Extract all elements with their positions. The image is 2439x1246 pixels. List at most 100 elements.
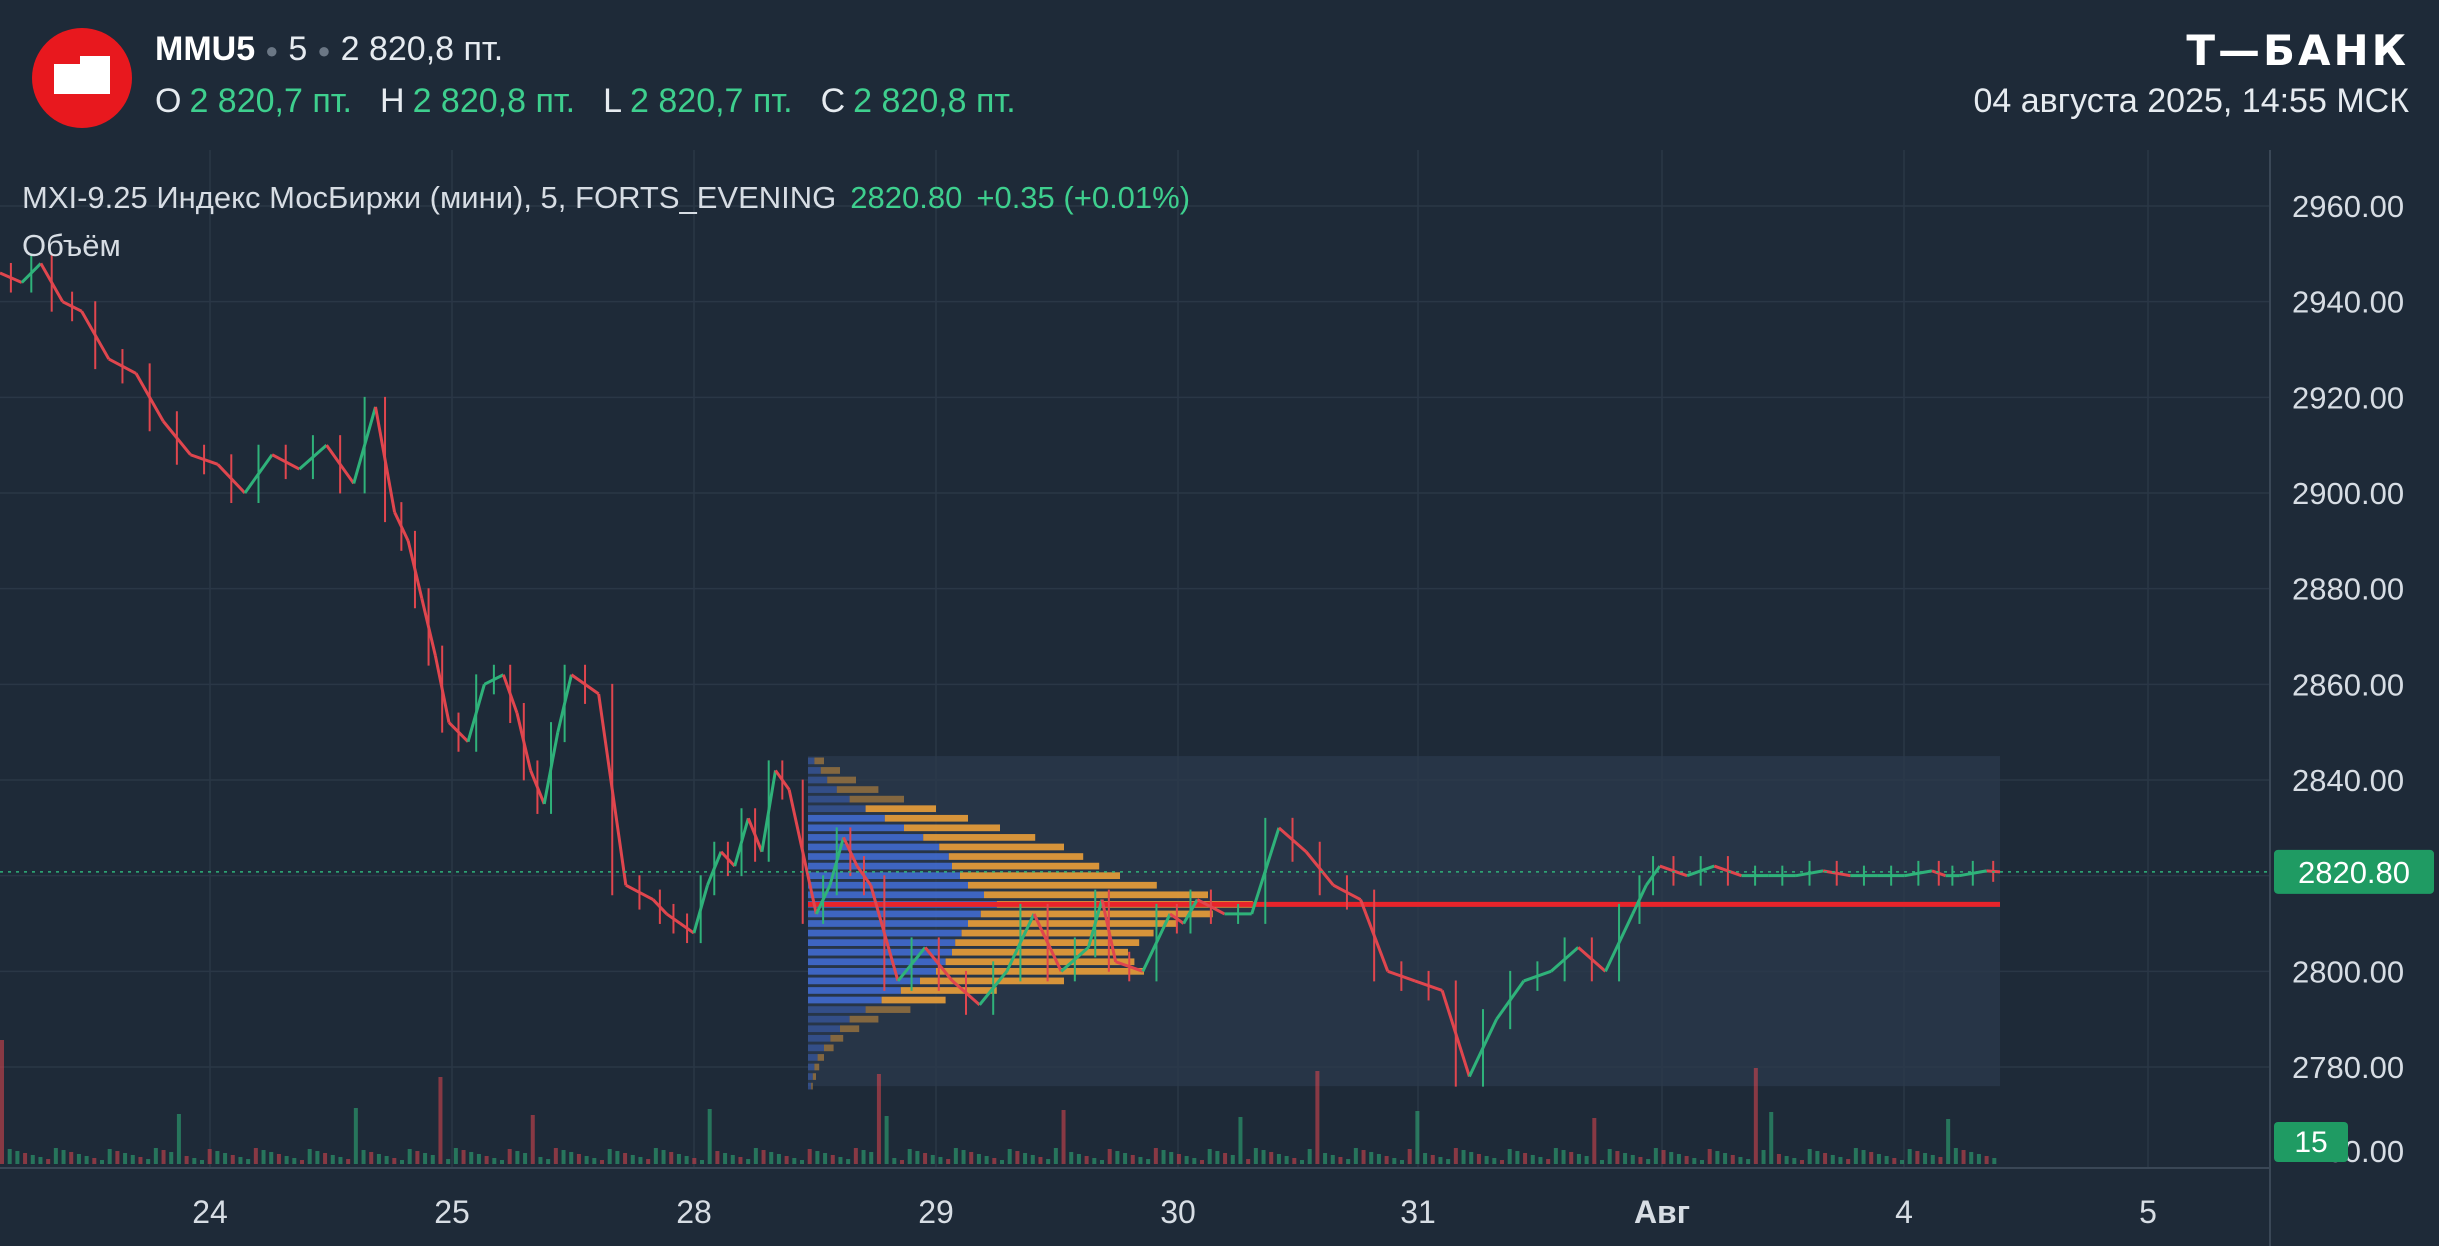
chart-svg[interactable]: 2960.00 2940.00 2920.00 2900.00 2880.00 2860.… <box>0 150 2439 1246</box>
current-price-label: 2820.80 <box>2298 855 2410 890</box>
volume-bar <box>284 1156 289 1164</box>
volume-bar <box>1346 1159 1351 1164</box>
volume-bar <box>1853 1148 1858 1164</box>
volume-bar <box>1815 1151 1820 1164</box>
symbol[interactable]: MMU5 <box>155 30 255 68</box>
chart[interactable]: 2960.00 2940.00 2920.00 2900.00 2880.00 2860.… <box>0 150 2439 1246</box>
low-key: L <box>603 82 623 120</box>
volume-bar <box>1046 1159 1051 1164</box>
volume-bar <box>1484 1156 1489 1164</box>
volume-bar <box>369 1152 374 1164</box>
volume-bar <box>1623 1153 1628 1164</box>
volume-bar <box>1615 1151 1620 1164</box>
volume-bar <box>1984 1156 1989 1164</box>
profile-bar-orange <box>827 776 856 784</box>
volume-bar <box>1515 1151 1520 1164</box>
volume-bar <box>1638 1157 1643 1164</box>
volume-bar <box>169 1152 174 1164</box>
volume-bar <box>569 1152 574 1164</box>
volume-bar <box>1246 1159 1251 1164</box>
ohlc-line: O2 820,7 пт. H 2 820,8 пт. L 2 820,7 пт. C 2 8… <box>155 82 1044 121</box>
volume-bar <box>1861 1150 1866 1164</box>
instrument-name[interactable]: MXI-9.25 Индекс МосБиржи (мини), 5, FORT… <box>22 180 836 215</box>
volume-bar <box>1523 1153 1528 1164</box>
volume-bar <box>1946 1119 1951 1164</box>
profile-bar-blue <box>808 920 968 927</box>
volume-bar <box>1607 1149 1612 1164</box>
profile-bar-orange <box>884 814 968 822</box>
volume-bar <box>1146 1159 1151 1164</box>
volume-bar <box>1023 1153 1028 1164</box>
volume-bar <box>1384 1156 1389 1164</box>
volume-bar <box>1507 1149 1512 1164</box>
volume-bar <box>1730 1155 1735 1164</box>
volume-bar <box>1661 1150 1666 1164</box>
profile-bar-blue <box>808 862 952 870</box>
volume-bar <box>1500 1160 1504 1164</box>
volume-bar <box>876 1074 881 1164</box>
volume-bar <box>46 1159 51 1164</box>
volume-bar <box>523 1153 528 1164</box>
volume-tag-label: 15 <box>2294 1126 2327 1159</box>
volume-bar <box>315 1151 320 1164</box>
volume-bar <box>1061 1110 1066 1164</box>
y-tick-label: 2880.00 <box>2292 572 2404 607</box>
volume-bar <box>1423 1153 1428 1164</box>
volume-bar <box>1407 1149 1412 1164</box>
volume-bar <box>761 1150 766 1164</box>
profile-bar-orange <box>817 1054 824 1061</box>
volume-bar <box>92 1158 97 1164</box>
ticker-line: MMU5 ● 5 ● 2 820,8 пт. <box>155 30 503 69</box>
volume-bar <box>1676 1154 1681 1164</box>
volume-bar <box>969 1152 974 1164</box>
volume-bar <box>1192 1158 1197 1164</box>
volume-bar <box>261 1150 266 1164</box>
profile-bar-orange <box>840 1025 860 1033</box>
high-value: 2 820,8 пт. <box>412 82 576 120</box>
volume-bar <box>23 1153 28 1164</box>
separator-dot: ● <box>265 38 279 64</box>
volume-bar <box>276 1154 281 1164</box>
volume-bar <box>1553 1148 1558 1164</box>
volume-bar <box>1530 1155 1535 1164</box>
volume-bar <box>1846 1159 1851 1164</box>
volume-bar <box>246 1159 251 1164</box>
profile-bar-orange <box>811 1082 813 1090</box>
volume-bar <box>1353 1148 1358 1164</box>
volume-bar <box>623 1153 628 1164</box>
volume-bar <box>1592 1118 1597 1164</box>
volume-bar <box>1969 1152 1974 1164</box>
profile-bar-blue <box>808 824 904 832</box>
profile-bar-orange <box>836 786 879 793</box>
volume-bar <box>1161 1150 1166 1164</box>
close-key: C <box>820 82 846 120</box>
volume-bar <box>61 1150 66 1164</box>
legend-change: +0.35 (+0.01%) <box>976 180 1191 215</box>
profile-bar-orange <box>948 853 1084 860</box>
profile-bar-blue <box>808 996 882 1004</box>
volume-bar <box>407 1149 412 1164</box>
volume-bar <box>930 1155 935 1164</box>
profile-bar-blue <box>808 977 920 985</box>
datetime: 04 августа 2025, 14:55 МСК <box>1973 82 2409 120</box>
profile-bar-orange <box>814 757 824 765</box>
volume-bar <box>115 1151 120 1164</box>
profile-bar-blue <box>808 1044 824 1052</box>
volume-bar <box>961 1150 966 1164</box>
volume-bar <box>1238 1117 1243 1164</box>
profile-bar-orange <box>968 881 1157 889</box>
volume-bar <box>1030 1155 1035 1164</box>
volume-legend[interactable]: Объём <box>22 228 121 264</box>
volume-bar <box>815 1151 820 1164</box>
volume-bar <box>715 1151 720 1164</box>
volume-bar <box>1761 1150 1766 1164</box>
profile-bar-blue <box>808 1034 831 1042</box>
volume-bar <box>1100 1160 1104 1164</box>
volume-bar <box>1307 1149 1312 1164</box>
volume-bar <box>1915 1151 1920 1164</box>
interval[interactable]: 5 <box>288 30 307 68</box>
volume-bar <box>1769 1112 1774 1164</box>
profile-bar-blue <box>808 795 850 803</box>
volume-bar <box>1292 1158 1297 1164</box>
profile-bar-orange <box>865 805 936 813</box>
